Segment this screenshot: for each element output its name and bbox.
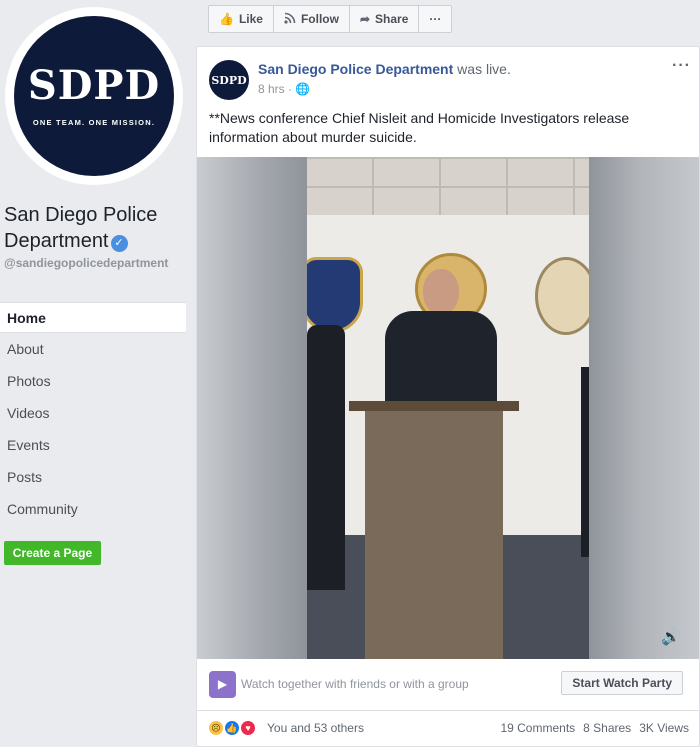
share-button[interactable]: ➦ Share: [350, 6, 420, 32]
page-sidebar: SDPD ONE TEAM. ONE MISSION. San Diego Po…: [0, 0, 195, 747]
speaker-body: [385, 311, 497, 411]
page-title-text: San Diego Police Department: [4, 204, 158, 252]
nav-item-community[interactable]: Community: [0, 493, 186, 525]
watch-party-bar: ▶ Watch together with friends or with a …: [197, 659, 699, 711]
like-label: Like: [238, 12, 263, 26]
like-button[interactable]: 👍 Like: [209, 6, 274, 32]
rss-icon: [284, 12, 296, 27]
speaker-head: [423, 269, 459, 315]
page-nav: Home About Photos Videos Events Posts Co…: [0, 302, 186, 525]
follow-button[interactable]: Follow: [274, 6, 350, 32]
page-title[interactable]: San Diego Police Department ✓: [4, 202, 190, 254]
podium: [365, 411, 503, 659]
nav-item-events[interactable]: Events: [0, 429, 186, 461]
post-meta: 8 hrs · 🌐: [258, 82, 310, 96]
share-label: Share: [375, 12, 409, 26]
views-count: 3K Views: [639, 721, 689, 735]
more-options-button[interactable]: ···: [419, 6, 451, 32]
post-author-avatar[interactable]: SDPD: [209, 60, 249, 100]
comments-count[interactable]: 19 Comments: [500, 721, 575, 735]
start-watch-party-button[interactable]: Start Watch Party: [561, 671, 683, 695]
create-page-button[interactable]: Create a Page: [4, 541, 101, 565]
logo-tagline: ONE TEAM. ONE MISSION.: [32, 117, 156, 127]
nav-item-posts[interactable]: Posts: [0, 461, 186, 493]
post-author-link[interactable]: San Diego Police Department: [258, 61, 453, 77]
love-reaction-icon[interactable]: ♥: [239, 719, 257, 737]
post-header: San Diego Police Department was live.: [258, 61, 511, 77]
city-seal: [535, 257, 589, 335]
watch-party-text: Watch together with friends or with a gr…: [241, 677, 469, 691]
thumbs-up-icon: 👍: [219, 12, 234, 26]
video-blur-left: [197, 157, 307, 659]
police-badge-seal: [307, 257, 363, 333]
video-frame: [307, 157, 589, 659]
nav-item-about[interactable]: About: [0, 333, 186, 365]
post-card: SDPD San Diego Police Department was liv…: [196, 46, 700, 747]
ceiling: [307, 157, 589, 215]
share-arrow-icon: ➦: [359, 12, 371, 26]
page-action-bar: 👍 Like Follow ➦ Share ···: [208, 5, 453, 33]
nav-item-photos[interactable]: Photos: [0, 365, 186, 397]
officer-figure-left: [307, 325, 345, 590]
profile-picture[interactable]: SDPD ONE TEAM. ONE MISSION.: [5, 7, 183, 185]
reactions-bar: ☹ 👍 ♥ You and 53 others 19 Comments 8 Sh…: [197, 711, 699, 746]
volume-icon[interactable]: 🔊: [661, 627, 681, 647]
video-blur-right: [589, 157, 699, 659]
more-dots-icon: ···: [429, 12, 442, 26]
reaction-summary[interactable]: You and 53 others: [267, 721, 364, 735]
shares-count[interactable]: 8 Shares: [583, 721, 631, 735]
sdpd-logo: SDPD ONE TEAM. ONE MISSION.: [14, 16, 174, 176]
post-stats: 19 Comments 8 Shares 3K Views: [500, 721, 689, 735]
post-options-button[interactable]: ···: [672, 57, 691, 75]
page-handle[interactable]: @sandiegopolicedepartment: [4, 256, 190, 271]
verified-badge-icon: ✓: [110, 235, 128, 252]
globe-icon: 🌐: [295, 82, 311, 96]
officer-figure-right: [581, 367, 589, 557]
post-body-text: **News conference Chief Nisleit and Homi…: [209, 110, 630, 145]
post-action-text: was live.: [457, 61, 511, 77]
follow-label: Follow: [300, 12, 339, 26]
logo-text: SDPD: [27, 61, 161, 109]
live-video-player[interactable]: 🔊: [197, 157, 699, 659]
podium-top: [349, 401, 519, 411]
watch-party-icon: ▶: [209, 671, 236, 698]
nav-item-videos[interactable]: Videos: [0, 397, 186, 429]
post-timestamp[interactable]: 8 hrs: [258, 82, 285, 96]
nav-item-home[interactable]: Home: [0, 302, 186, 333]
